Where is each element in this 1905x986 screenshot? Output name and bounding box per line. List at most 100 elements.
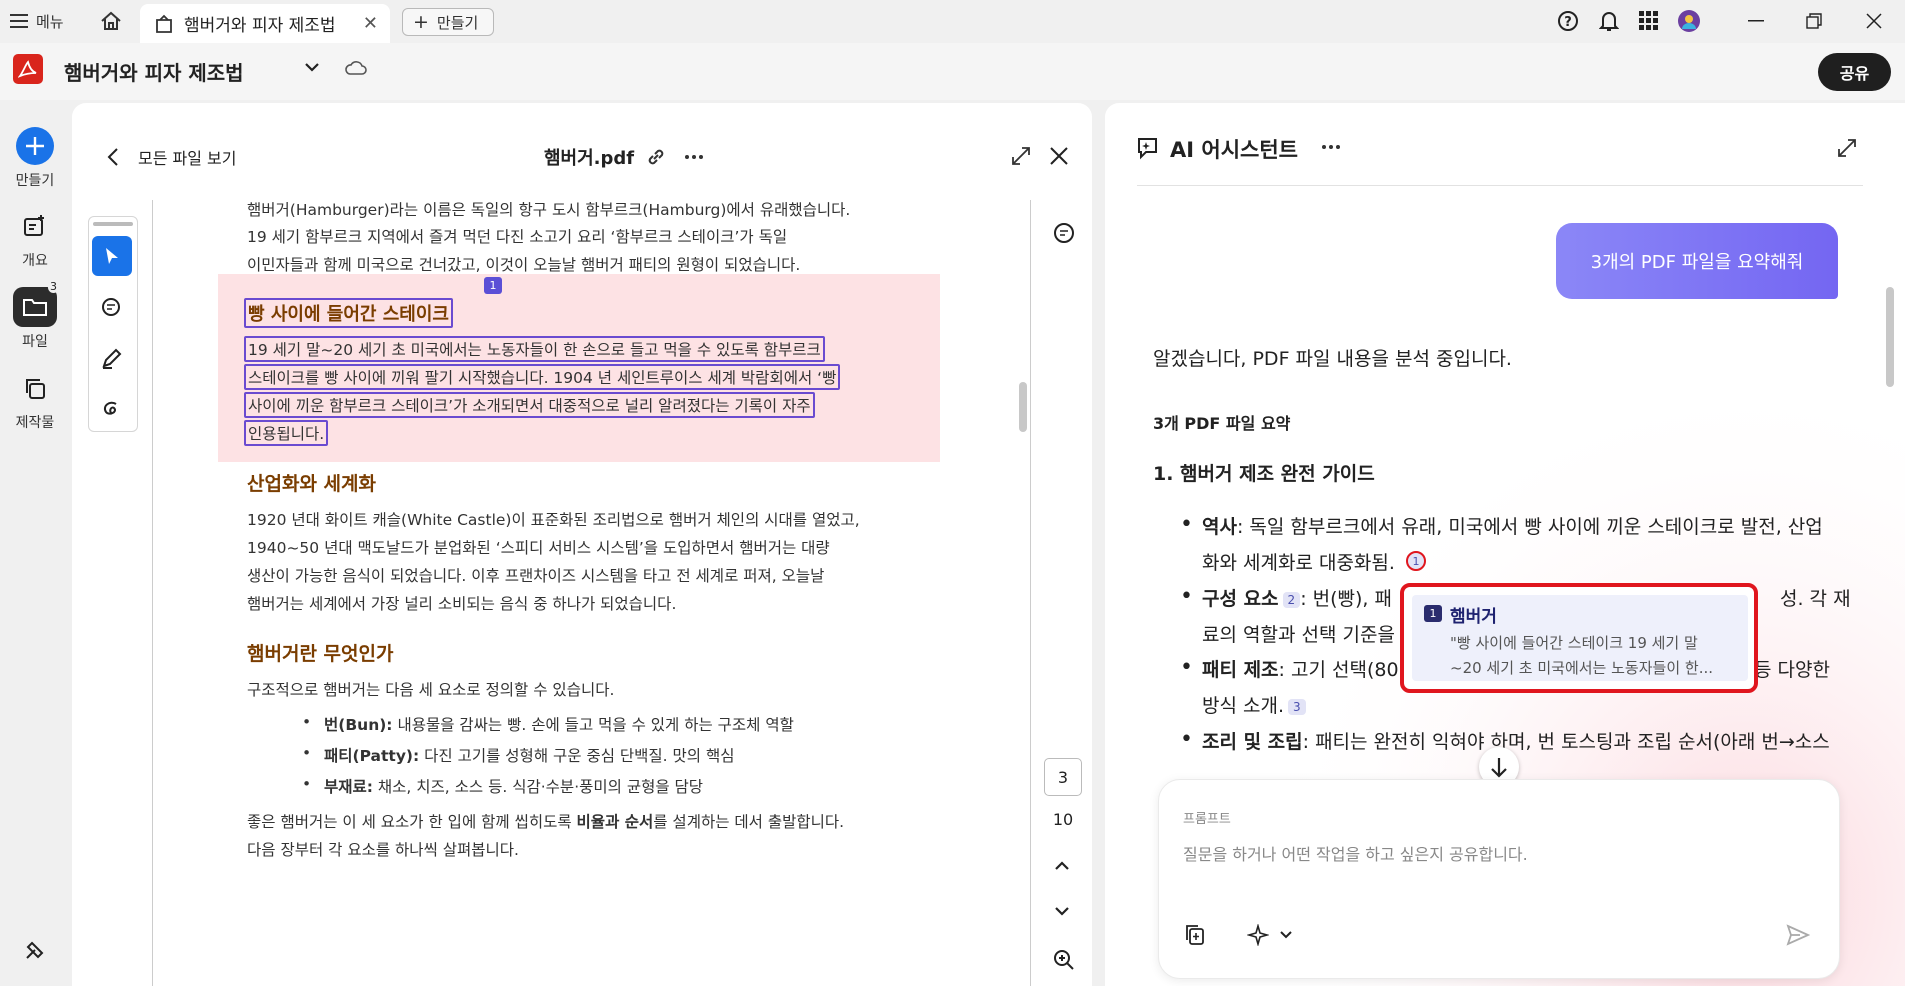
- doc-line: 19 세기 함부르크 지역에서 즐겨 먹던 다진 소고기 요리 ‘함부르크 스테…: [247, 228, 788, 246]
- bell-icon[interactable]: [1597, 9, 1621, 33]
- citation-1-badge[interactable]: 1: [1406, 551, 1426, 571]
- citation-tooltip[interactable]: 1 햄버거 "빵 사이에 들어간 스테이크 19 세기 말 ~20 세기 초 미…: [1400, 583, 1758, 693]
- back-label: 모든 파일 보기: [138, 149, 237, 168]
- minimize-icon[interactable]: [1742, 8, 1770, 34]
- ai-comment-icon[interactable]: [1052, 221, 1078, 245]
- tab-document[interactable]: 햄버거와 피자 제조법 ✕: [140, 4, 390, 43]
- new-tab-label: 만들기: [436, 13, 479, 32]
- summary-item: 구성 요소2: 번(빵), 패: [1180, 584, 1392, 611]
- summary-item: 조리 및 조립: 패티는 완전히 익혀야 하며, 번 토스팅과 조립 순서(아래…: [1180, 727, 1830, 754]
- palette-drag-handle[interactable]: [93, 222, 133, 226]
- section1-heading: 1. 햄버거 제조 완전 가이드: [1153, 463, 1375, 485]
- tooltip-number: 1: [1424, 605, 1442, 622]
- page-number-input[interactable]: 3: [1044, 758, 1082, 796]
- svg-text:?: ?: [1564, 15, 1572, 30]
- cloud-icon[interactable]: [344, 59, 370, 81]
- doc-line: 햄버거(Hamburger)라는 이름은 독일의 항구 도시 함부르크(Hamb…: [247, 201, 851, 219]
- new-tab-button[interactable]: + 만들기: [402, 8, 494, 36]
- rail-tools-icon[interactable]: [0, 930, 70, 974]
- user-message-bubble: 3개의 PDF 파일을 요약해줘: [1556, 223, 1838, 299]
- overview-icon: [13, 206, 57, 246]
- summary-item-tail: 성. 각 재: [1780, 588, 1851, 610]
- draw-tool-icon[interactable]: [92, 388, 132, 428]
- help-icon[interactable]: ?: [1556, 9, 1580, 33]
- citation-badge[interactable]: 1: [484, 277, 502, 294]
- doc-line: 1920 년대 화이트 캐슬(White Castle)이 표준화된 조리법으로…: [247, 511, 860, 529]
- avatar[interactable]: [1677, 9, 1701, 33]
- section-heading: 산업화와 세계화: [247, 473, 376, 495]
- highlighted-line: 인용됩니다.: [244, 420, 329, 446]
- document-tab-icon: [154, 14, 174, 34]
- chevron-up-icon[interactable]: [1054, 859, 1074, 875]
- plus-icon: +: [413, 10, 429, 33]
- menu-button[interactable]: 메뉴: [10, 8, 64, 34]
- list-item: 부재료: 채소, 치즈, 소스 등. 식감·수분·풍미의 균형을 담당: [302, 775, 703, 797]
- doc-line: 햄버거는 세계에서 가장 널리 소비되는 음식 중 하나가 되었습니다.: [247, 595, 677, 613]
- rail-products-label: 제작물: [15, 415, 55, 431]
- list-item: 패티(Patty): 다진 고기를 성형해 구운 중심 단백질. 맛의 핵심: [302, 744, 734, 766]
- summary-heading: 3개 PDF 파일 요약: [1153, 414, 1291, 433]
- rail-create-label: 만들기: [15, 173, 55, 189]
- tooltip-line: "빵 사이에 들어간 스테이크 19 세기 말: [1450, 634, 1698, 652]
- chevron-left-icon: [106, 147, 120, 167]
- link-icon[interactable]: [646, 147, 668, 167]
- rail-item-overview[interactable]: 개요: [0, 206, 70, 270]
- app-header: 햄버거와 피자 제조법 공유: [0, 43, 1905, 100]
- chevron-down-icon[interactable]: [1054, 905, 1074, 921]
- rail-item-products[interactable]: 제작물: [0, 368, 70, 432]
- citation-2-badge[interactable]: 2: [1282, 591, 1301, 608]
- page-total: 10: [1052, 810, 1074, 829]
- close-window-icon[interactable]: [1860, 8, 1888, 34]
- doc-line: 이민자들과 함께 미국으로 건너갔고, 이것이 오늘날 햄버거 패티의 원형이 …: [247, 256, 801, 274]
- doc-line: 생산이 가능한 음식이 되었습니다. 이후 프랜차이즈 시스템을 타고 전 세계…: [247, 567, 825, 585]
- highlighted-line: 사이에 끼운 함부르크 스테이크’가 소개되면서 대중적으로 널리 알려졌다는 …: [244, 392, 815, 418]
- sparkle-icon[interactable]: [1247, 924, 1269, 946]
- tooltip-title: 햄버거: [1450, 607, 1497, 627]
- summary-item: 패티 제조: 고기 선택(80: [1180, 655, 1398, 682]
- more-options-icon[interactable]: [684, 147, 706, 167]
- doc-scrollbar[interactable]: [1019, 382, 1027, 432]
- section-heading: 햄버거란 무엇인가: [247, 643, 394, 665]
- chevron-down-icon[interactable]: [304, 61, 324, 81]
- rail-files-label: 파일: [22, 334, 48, 350]
- expand-icon[interactable]: [1010, 145, 1032, 167]
- attach-file-icon[interactable]: [1185, 924, 1207, 946]
- sparkle-dropdown-icon[interactable]: [1279, 930, 1295, 942]
- back-to-files-link[interactable]: 모든 파일 보기: [106, 145, 237, 169]
- list-item: 번(Bun): 내용물을 감싸는 빵. 손에 들고 먹을 수 있게 하는 구조체…: [302, 713, 794, 735]
- rail-overview-label: 개요: [22, 253, 48, 269]
- comment-tool-icon[interactable]: [92, 288, 132, 328]
- restore-icon[interactable]: [1800, 8, 1828, 34]
- highlighted-line: 스테이크를 빵 사이에 끼워 팔기 시작했습니다. 1904 년 세인트루이스 …: [244, 364, 841, 390]
- summary-item-cont: 화와 세계화로 대중화됨.: [1202, 552, 1395, 574]
- doc-title: 햄버거와 피자 제조법: [64, 61, 244, 85]
- menu-label: 메뉴: [36, 12, 64, 31]
- share-button[interactable]: 공유: [1818, 53, 1891, 91]
- summary-item-tail: 등 다양한: [1754, 659, 1830, 681]
- assistant-reply-intro: 알겠습니다, PDF 파일 내용을 분석 중입니다.: [1153, 348, 1512, 370]
- summary-item-cont: 방식 소개. 3: [1202, 691, 1306, 718]
- assistant-scrollbar[interactable]: [1886, 287, 1894, 387]
- prompt-input[interactable]: 질문을 하거나 어떤 작업을 하고 싶은지 공유합니다.: [1183, 841, 1803, 865]
- assistant-title: AI 어시스턴트: [1170, 138, 1298, 162]
- apps-grid-icon[interactable]: [1637, 9, 1661, 33]
- tab-close-icon[interactable]: ✕: [363, 13, 378, 34]
- doc-line: 1940~50 년대 맥도날드가 분업화된 ‘스피디 서비스 시스템’을 도입하…: [247, 539, 830, 557]
- highlighted-line: 19 세기 말~20 세기 초 미국에서는 노동자들이 한 손으로 들고 먹을 …: [244, 336, 825, 362]
- summary-item: 역사: 독일 함부르크에서 유래, 미국에서 빵 사이에 끼운 스테이크로 발전…: [1180, 512, 1823, 539]
- section-heading: 빵 사이에 들어간 스테이크: [244, 298, 453, 328]
- rail-item-create[interactable]: 만들기: [0, 126, 70, 190]
- select-tool-icon[interactable]: [92, 236, 132, 276]
- send-icon[interactable]: [1786, 924, 1810, 946]
- home-icon[interactable]: [96, 6, 126, 36]
- folder-icon: 3: [13, 280, 59, 327]
- close-doc-icon[interactable]: [1049, 146, 1069, 166]
- citation-3-badge[interactable]: 3: [1288, 698, 1306, 715]
- assistant-more-icon[interactable]: [1321, 143, 1343, 157]
- zoom-in-icon[interactable]: [1053, 949, 1075, 971]
- highlight-tool-icon[interactable]: [92, 338, 132, 378]
- rail-item-files[interactable]: 3 파일: [0, 280, 70, 351]
- doc-line: 다음 장부터 각 요소를 하나씩 살펴봅니다.: [247, 841, 519, 859]
- assistant-expand-icon[interactable]: [1836, 137, 1858, 159]
- page-right-edge: [1030, 200, 1031, 986]
